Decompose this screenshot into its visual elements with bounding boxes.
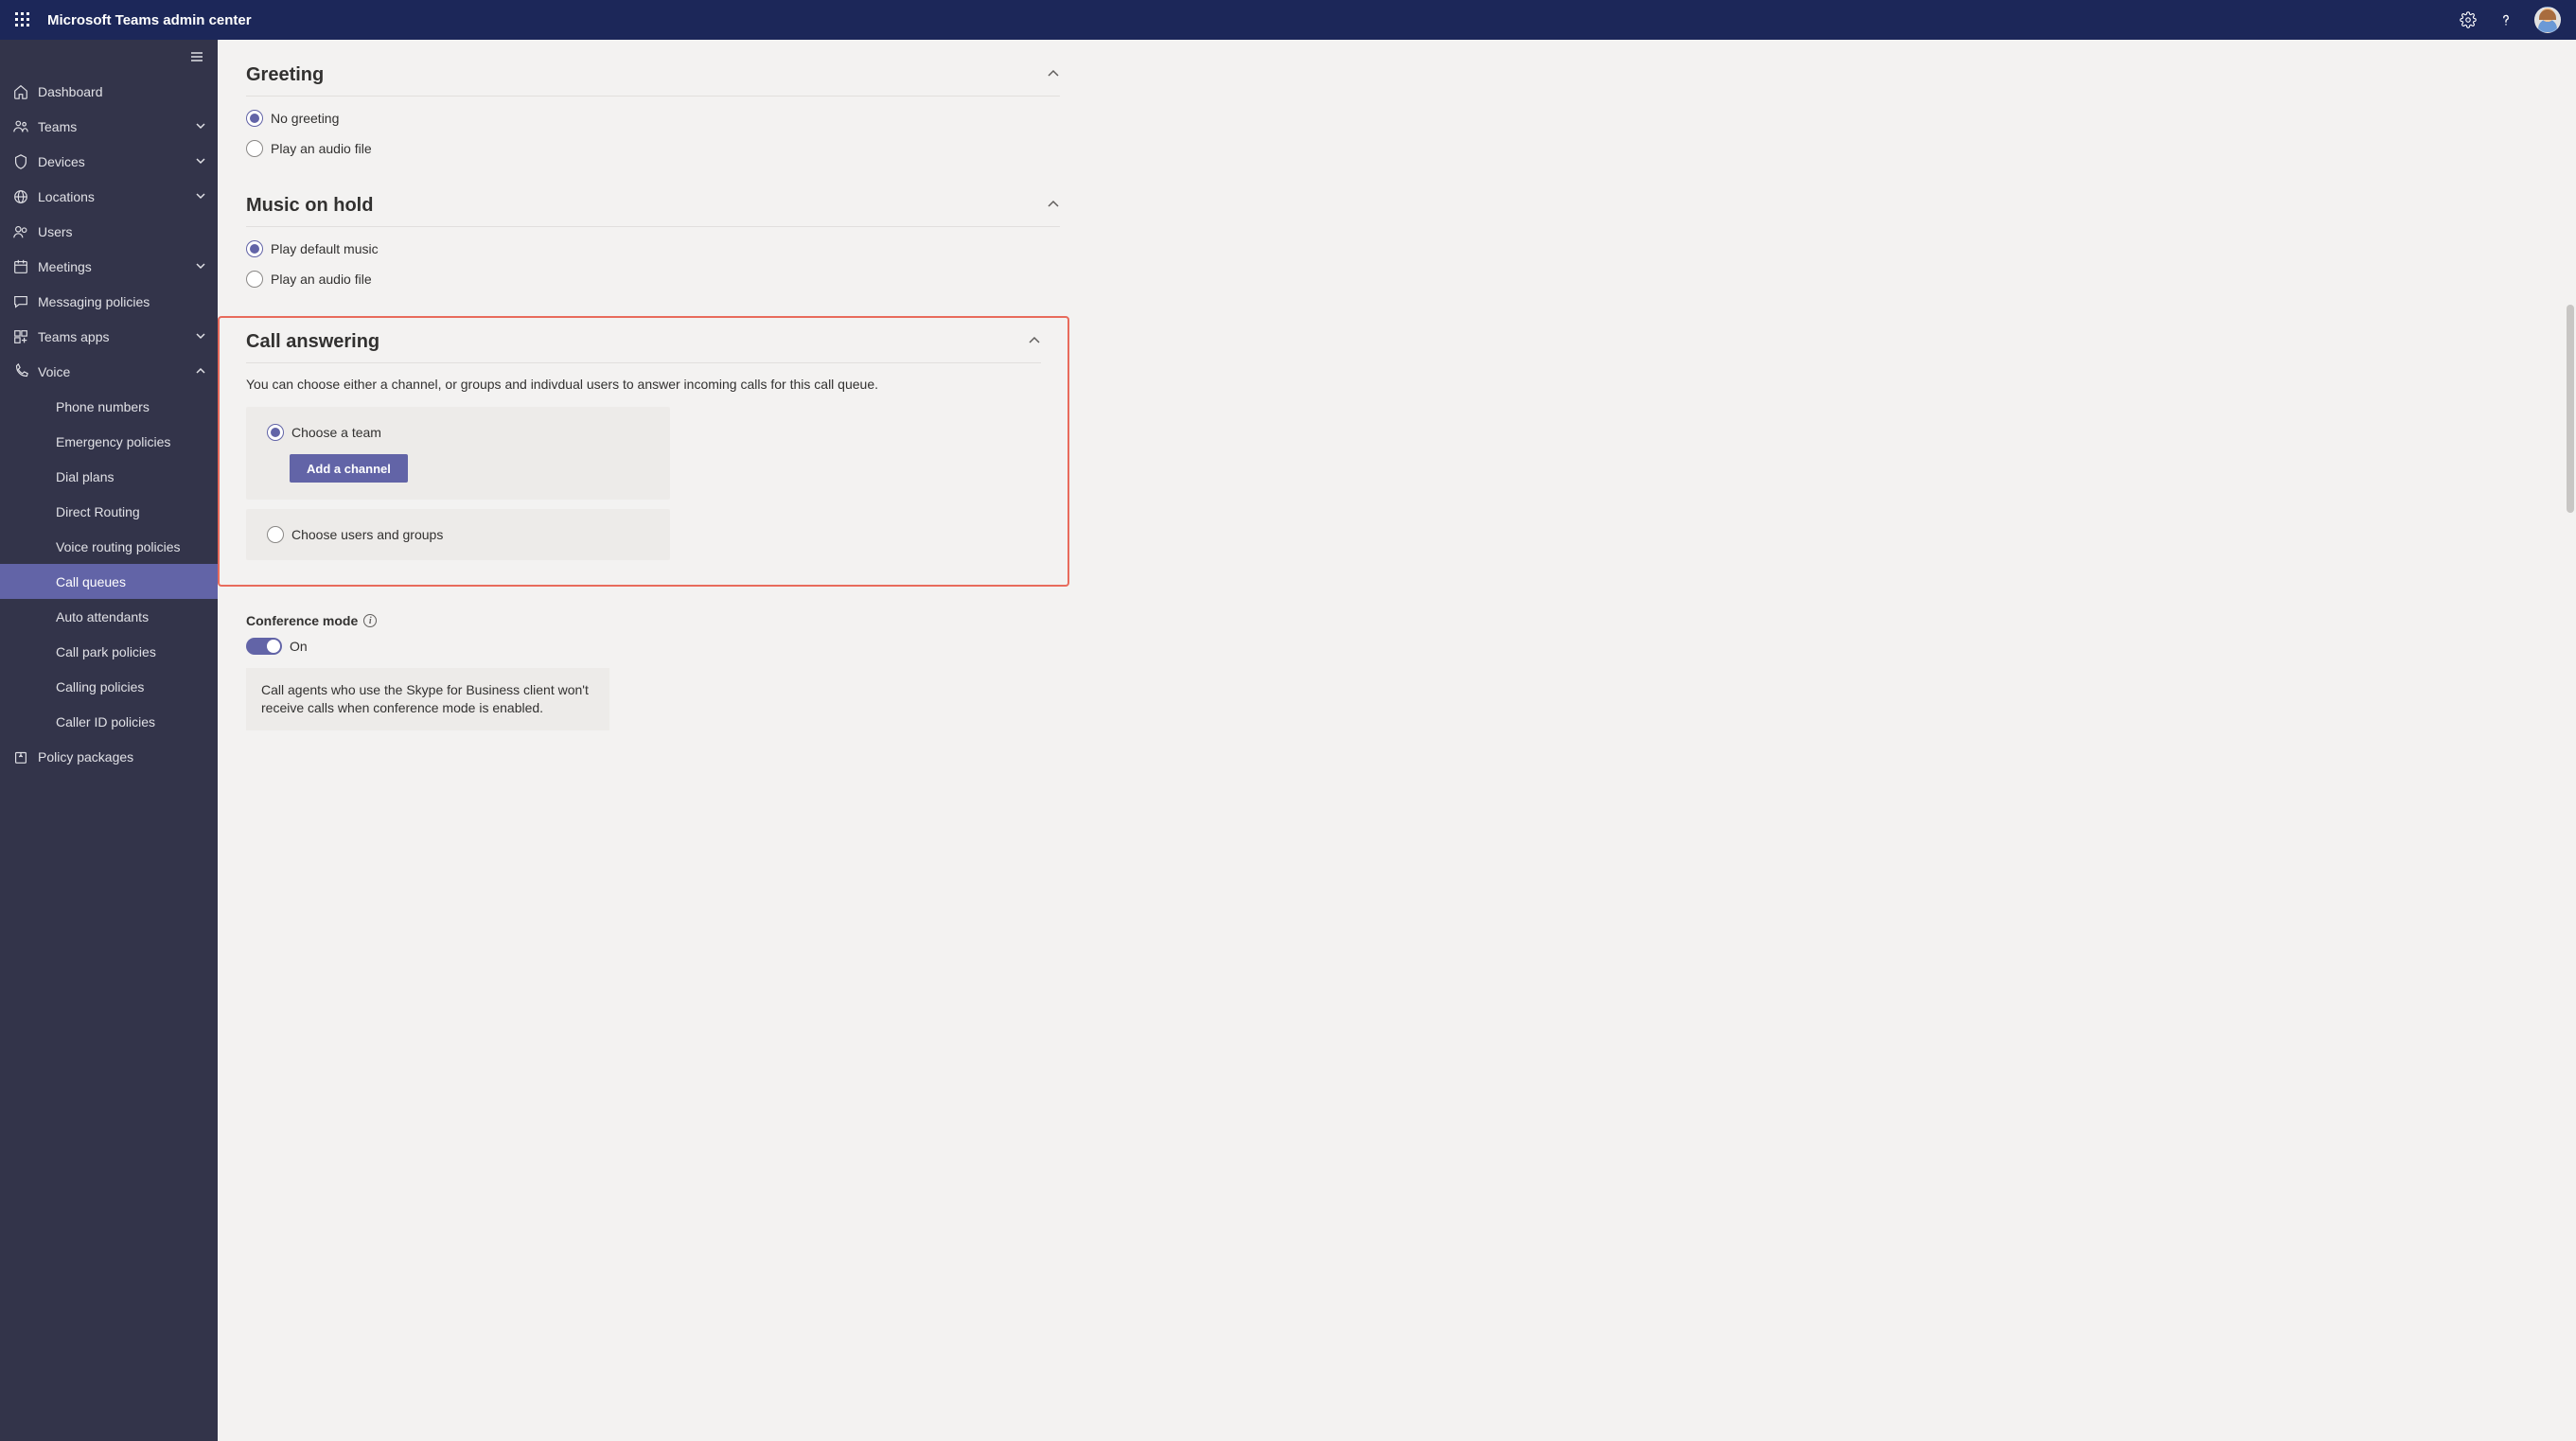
sidebar-item-locations[interactable]: Locations [0, 179, 218, 214]
sidebar-item-label: Teams apps [38, 329, 195, 344]
chevron-down-icon [195, 329, 206, 344]
section-title: Call answering [246, 331, 1028, 353]
home-icon [11, 82, 30, 101]
chat-icon [11, 292, 30, 311]
field-label-text: Conference mode [246, 613, 358, 628]
teams-icon [11, 117, 30, 136]
radio-choose-team[interactable]: Choose a team [267, 424, 649, 441]
chevron-down-icon [195, 189, 206, 204]
sidebar-item-users[interactable]: Users [0, 214, 218, 249]
help-icon[interactable] [2487, 1, 2525, 39]
option-card-choose-team: Choose a team Add a channel [246, 407, 670, 500]
conference-mode-toggle-row: On [246, 638, 1060, 655]
sidebar: Dashboard Teams Devices Locations Users [0, 40, 218, 1441]
section-greeting: Greeting No greeting Play an audio file [246, 64, 1060, 157]
radio-icon [267, 526, 284, 543]
sidebar-subitem-auto-attendants[interactable]: Auto attendants [0, 599, 218, 634]
conference-mode-note: Call agents who use the Skype for Busine… [246, 668, 609, 730]
conference-mode-toggle[interactable] [246, 638, 282, 655]
radio-no-greeting[interactable]: No greeting [246, 110, 1060, 127]
topbar: Microsoft Teams admin center [0, 0, 2576, 40]
sidebar-collapse-icon[interactable] [0, 40, 218, 74]
radio-icon [267, 424, 284, 441]
sidebar-item-devices[interactable]: Devices [0, 144, 218, 179]
radio-label: Choose a team [291, 425, 381, 440]
toggle-value-label: On [290, 639, 308, 654]
section-header-greeting[interactable]: Greeting [246, 64, 1060, 97]
sidebar-item-label: Meetings [38, 259, 195, 274]
sidebar-subitem-call-park-policies[interactable]: Call park policies [0, 634, 218, 669]
section-call-answering: Call answering You can choose either a c… [246, 331, 1041, 560]
sidebar-subitem-calling-policies[interactable]: Calling policies [0, 669, 218, 704]
section-header-call-answering[interactable]: Call answering [246, 331, 1041, 363]
radio-default-music[interactable]: Play default music [246, 240, 1060, 257]
section-title: Greeting [246, 64, 1047, 86]
info-icon[interactable]: i [363, 614, 377, 627]
sidebar-item-teams[interactable]: Teams [0, 109, 218, 144]
section-description: You can choose either a channel, or grou… [246, 377, 1041, 392]
sidebar-subitem-voice-routing-policies[interactable]: Voice routing policies [0, 529, 218, 564]
sidebar-item-label: Voice [38, 364, 195, 379]
phone-icon [11, 362, 30, 381]
radio-label: No greeting [271, 111, 339, 126]
sidebar-subitem-phone-numbers[interactable]: Phone numbers [0, 389, 218, 424]
highlighted-region: Call answering You can choose either a c… [218, 316, 1069, 587]
chevron-down-icon [195, 154, 206, 169]
sidebar-subitem-emergency-policies[interactable]: Emergency policies [0, 424, 218, 459]
chevron-up-icon [1047, 67, 1060, 83]
radio-label: Choose users and groups [291, 527, 443, 542]
section-title: Music on hold [246, 195, 1047, 217]
radio-label: Play an audio file [271, 272, 372, 287]
calendar-icon [11, 257, 30, 276]
radio-label: Play an audio file [271, 141, 372, 156]
sidebar-item-policy-packages[interactable]: Policy packages [0, 739, 218, 774]
sidebar-item-label: Teams [38, 119, 195, 134]
radio-icon [246, 240, 263, 257]
add-channel-button[interactable]: Add a channel [290, 454, 408, 483]
sidebar-item-label: Messaging policies [38, 294, 206, 309]
sidebar-item-teams-apps[interactable]: Teams apps [0, 319, 218, 354]
conference-mode-label: Conference mode i [246, 613, 1060, 628]
radio-play-audio-greeting[interactable]: Play an audio file [246, 140, 1060, 157]
avatar[interactable] [2534, 7, 2561, 33]
radio-icon [246, 110, 263, 127]
main-content: Greeting No greeting Play an audio file [218, 40, 2576, 1441]
radio-icon [246, 140, 263, 157]
sidebar-subitem-direct-routing[interactable]: Direct Routing [0, 494, 218, 529]
sidebar-item-label: Locations [38, 189, 195, 204]
package-icon [11, 747, 30, 766]
users-icon [11, 222, 30, 241]
option-card-choose-users: Choose users and groups [246, 509, 670, 560]
sidebar-item-messaging-policies[interactable]: Messaging policies [0, 284, 218, 319]
sidebar-item-voice[interactable]: Voice [0, 354, 218, 389]
chevron-up-icon [1047, 198, 1060, 214]
apps-icon [11, 327, 30, 346]
sidebar-item-dashboard[interactable]: Dashboard [0, 74, 218, 109]
sidebar-item-label: Dashboard [38, 84, 206, 99]
sidebar-item-label: Policy packages [38, 749, 206, 764]
sidebar-item-meetings[interactable]: Meetings [0, 249, 218, 284]
scrollbar-thumb[interactable] [2567, 305, 2574, 513]
sidebar-item-label: Users [38, 224, 206, 239]
section-header-music[interactable]: Music on hold [246, 195, 1060, 227]
chevron-up-icon [1028, 334, 1041, 350]
radio-label: Play default music [271, 241, 379, 256]
sidebar-subitem-caller-id-policies[interactable]: Caller ID policies [0, 704, 218, 739]
radio-choose-users-groups[interactable]: Choose users and groups [267, 526, 649, 543]
radio-icon [246, 271, 263, 288]
globe-icon [11, 187, 30, 206]
app-launcher-icon[interactable] [6, 3, 40, 37]
sidebar-subitem-dial-plans[interactable]: Dial plans [0, 459, 218, 494]
chevron-down-icon [195, 119, 206, 134]
sidebar-item-label: Devices [38, 154, 195, 169]
sidebar-subitem-call-queues[interactable]: Call queues [0, 564, 218, 599]
settings-icon[interactable] [2449, 1, 2487, 39]
section-music-on-hold: Music on hold Play default music Play an… [246, 195, 1060, 288]
devices-icon [11, 152, 30, 171]
radio-play-audio-music[interactable]: Play an audio file [246, 271, 1060, 288]
chevron-up-icon [195, 364, 206, 379]
chevron-down-icon [195, 259, 206, 274]
app-title: Microsoft Teams admin center [47, 12, 252, 28]
